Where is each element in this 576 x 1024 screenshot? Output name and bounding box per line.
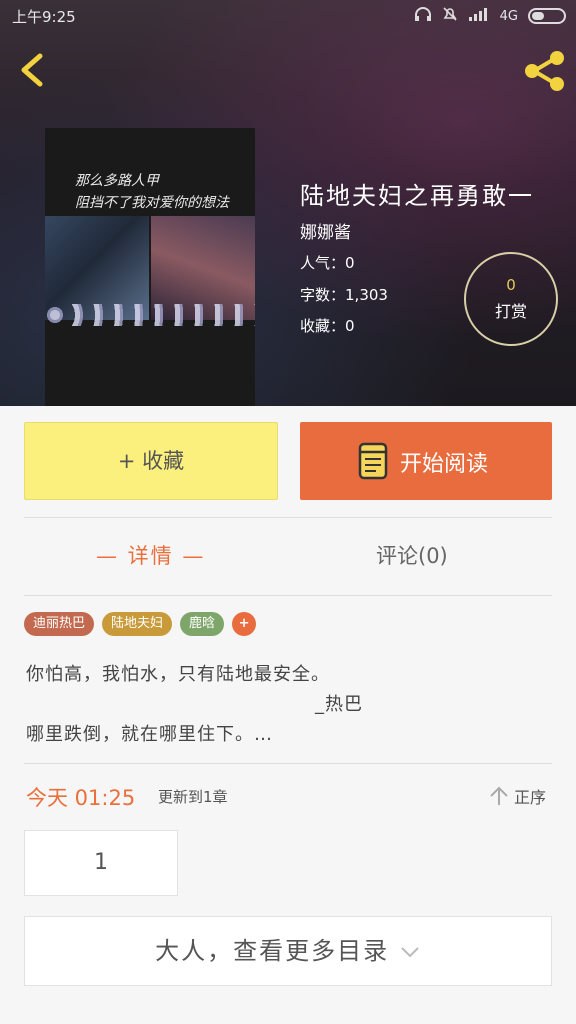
status-bar: 上午9:25 4G <box>0 0 576 32</box>
update-time: 今天 01:25 <box>26 786 136 810</box>
divider <box>24 517 552 518</box>
collect-button[interactable]: + 收藏 <box>24 422 278 500</box>
back-button[interactable] <box>14 50 54 90</box>
tip-label: 打赏 <box>494 302 527 321</box>
mute-bell-icon <box>442 6 458 26</box>
tag-luhan[interactable]: 鹿晗 <box>180 612 225 636</box>
description-line3[interactable]: 哪里跌倒，就在哪里住下。… <box>26 720 273 746</box>
description-line1: 你怕高，我怕水，只有陆地最安全。 <box>26 664 330 685</box>
update-text: 更新到1章 <box>158 788 228 806</box>
book-cover[interactable]: 那么多路人甲 阻挡不了我对爱你的想法 <box>45 128 255 406</box>
tag-lu-di-couple[interactable]: 陆地夫妇 <box>102 612 173 636</box>
tag-list: 迪丽热巴 陆地夫妇 鹿晗 + <box>24 612 257 636</box>
tip-button[interactable]: 0 打赏 <box>464 252 558 346</box>
book-icon <box>358 442 388 480</box>
start-reading-label: 开始阅读 <box>400 452 489 477</box>
word-count-value: 1,303 <box>345 286 388 304</box>
favorites-stat: 收藏：0 <box>300 315 355 336</box>
cover-flowers <box>45 304 255 326</box>
share-icon <box>525 51 564 91</box>
cover-script-line2: 阻挡不了我对爱你的想法 <box>75 195 229 211</box>
tag-dilireba[interactable]: 迪丽热巴 <box>24 612 95 636</box>
network-type: 4G <box>499 8 518 24</box>
more-chapters-button[interactable]: 大人，查看更多目录 <box>24 916 552 986</box>
status-icons: 4G <box>414 6 566 26</box>
book-title: 陆地夫妇之再勇敢一 <box>300 182 534 210</box>
chevron-down-icon <box>401 947 419 958</box>
battery-icon <box>528 8 566 24</box>
status-time: 上午9:25 <box>12 8 76 26</box>
cover-script: 那么多路人甲 阻挡不了我对爱你的想法 <box>75 170 229 214</box>
book-author[interactable]: 娜娜酱 <box>300 218 351 243</box>
share-button[interactable] <box>520 50 568 92</box>
back-icon <box>21 53 43 87</box>
sort-button[interactable]: 正序 <box>488 784 546 808</box>
favorites-value: 0 <box>345 317 355 335</box>
add-tag-button[interactable]: + <box>232 612 257 636</box>
favorites-label: 收藏： <box>300 317 346 335</box>
divider <box>24 595 552 596</box>
headphones-icon <box>414 6 432 26</box>
chapter-item[interactable]: 1 <box>24 830 178 896</box>
word-count-stat: 字数：1,303 <box>300 284 388 305</box>
popularity-value: 0 <box>345 254 355 272</box>
sort-arrow-icon <box>490 786 508 805</box>
tab-details[interactable]: — 详情 — <box>96 540 205 570</box>
tab-comments[interactable]: 评论(0) <box>376 540 448 570</box>
popularity-stat: 人气：0 <box>300 252 355 273</box>
more-chapters-label: 大人，查看更多目录 <box>155 937 390 965</box>
start-reading-button[interactable]: 开始阅读 <box>300 422 552 500</box>
tip-count: 0 <box>506 276 516 294</box>
divider <box>24 763 552 764</box>
cover-script-line1: 那么多路人甲 <box>75 173 159 189</box>
popularity-label: 人气： <box>300 254 346 272</box>
word-count-label: 字数： <box>300 286 346 304</box>
signal-icon <box>468 7 490 25</box>
description-signature: _热巴 <box>315 694 363 715</box>
sort-label: 正序 <box>514 788 547 807</box>
book-header: 上午9:25 4G 那么多路人甲 阻挡不了我对爱你的想法 陆地夫妇之再勇敢一 娜… <box>0 0 576 406</box>
